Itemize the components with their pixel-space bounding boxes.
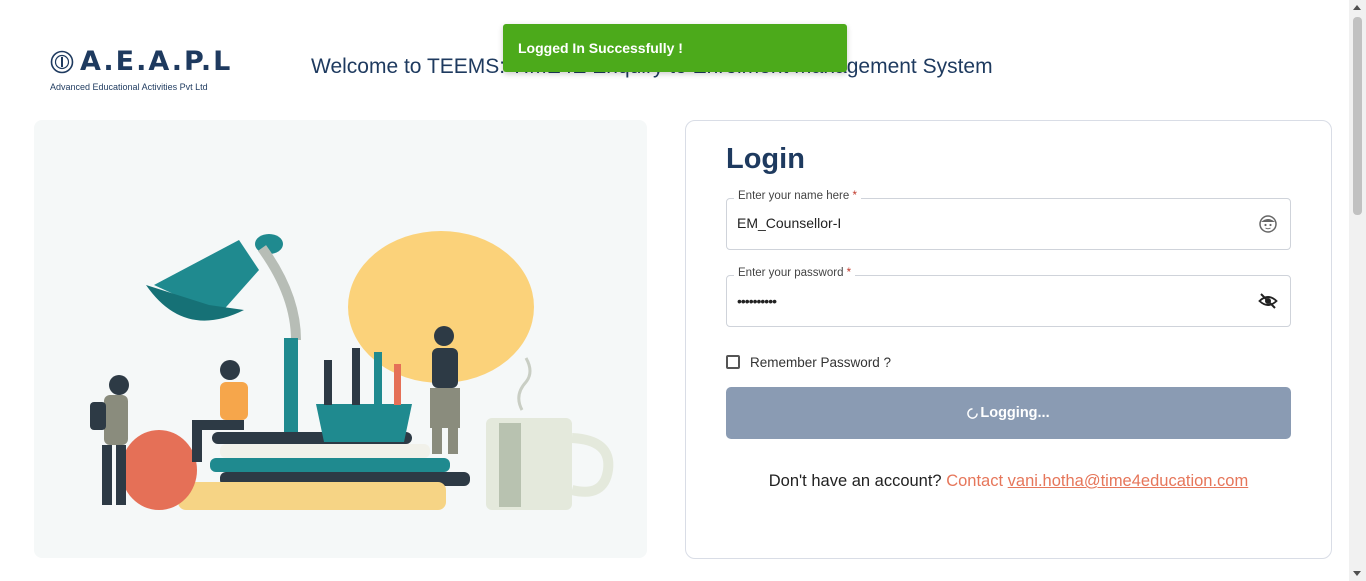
- login-button[interactable]: Logging...: [726, 387, 1291, 439]
- contact-email-link[interactable]: vani.hotha@time4education.com: [1008, 472, 1249, 490]
- logo-subtitle: Advanced Educational Activities Pvt Ltd: [50, 82, 208, 92]
- username-field[interactable]: Enter your name here *: [726, 190, 1291, 250]
- page-scrollbar[interactable]: [1349, 0, 1366, 581]
- illustration-panel: [34, 120, 647, 558]
- scroll-down-arrow-icon[interactable]: [1353, 571, 1361, 576]
- remember-password[interactable]: Remember Password ?: [726, 353, 891, 371]
- success-toast[interactable]: Logged In Successfully !: [503, 24, 847, 72]
- password-label: Enter your password *: [734, 267, 856, 279]
- username-label: Enter your name here *: [734, 190, 861, 202]
- login-card: Login Enter your name here * Enter your …: [685, 120, 1332, 559]
- password-field[interactable]: Enter your password * ••••••••••: [726, 267, 1291, 327]
- password-input[interactable]: ••••••••••: [737, 293, 1237, 309]
- study-illustration: [90, 231, 614, 510]
- remember-label: Remember Password ?: [750, 354, 892, 370]
- spinner-icon: [967, 407, 979, 419]
- contact-label: Contact: [946, 472, 1004, 490]
- logo-text: A.E.A.P.L: [80, 46, 233, 77]
- signup-prompt: Don't have an account? Contact vani.hoth…: [686, 472, 1331, 491]
- login-button-label: Logging...: [980, 405, 1050, 421]
- logo-emblem-icon: [50, 50, 74, 74]
- face-icon: [1259, 215, 1277, 233]
- scroll-thumb[interactable]: [1353, 17, 1362, 215]
- toast-message: Logged In Successfully !: [518, 40, 683, 56]
- company-logo: A.E.A.P.L Advanced Educational Activitie…: [50, 46, 233, 94]
- eye-off-icon[interactable]: [1258, 291, 1278, 311]
- remember-checkbox[interactable]: [726, 355, 740, 369]
- signup-text: Don't have an account?: [768, 472, 942, 490]
- scroll-up-arrow-icon[interactable]: [1353, 5, 1361, 10]
- login-title: Login: [726, 143, 805, 175]
- username-input[interactable]: [737, 215, 1237, 231]
